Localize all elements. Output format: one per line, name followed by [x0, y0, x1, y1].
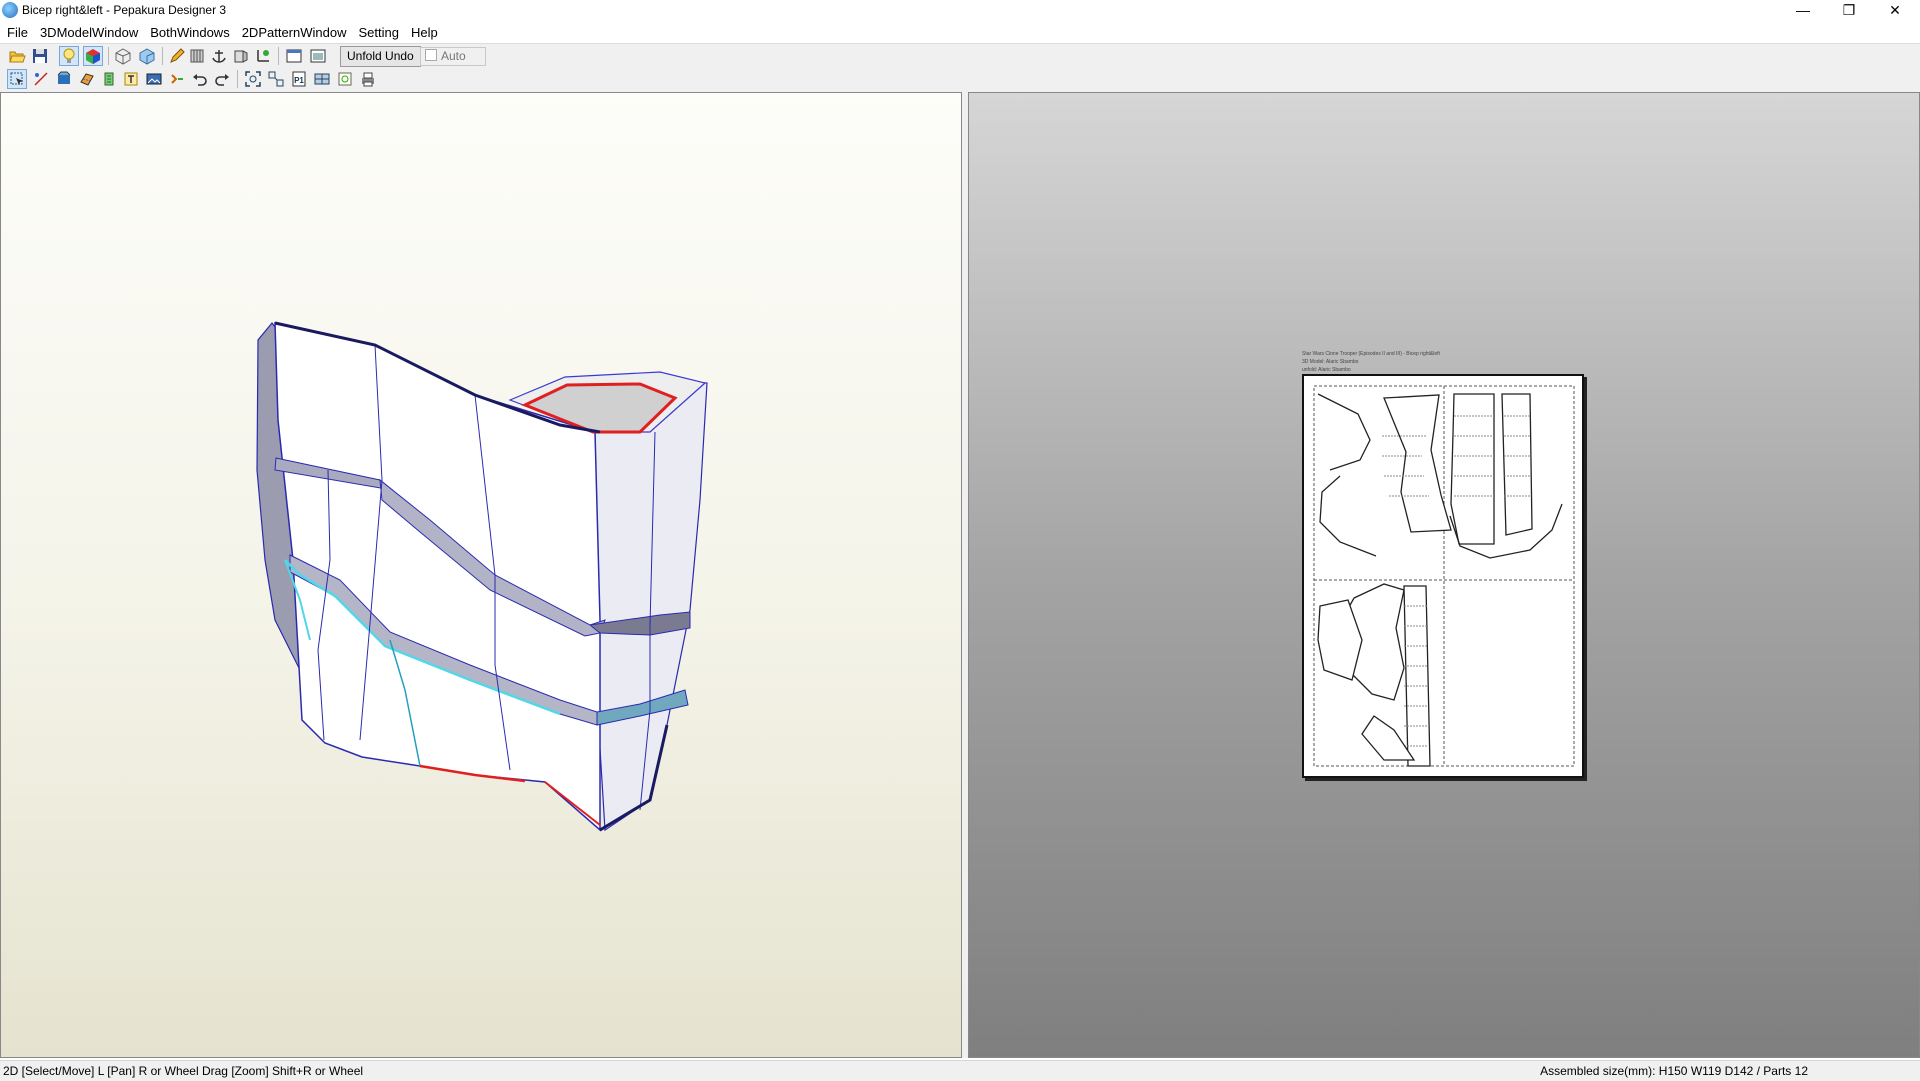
status-bar: 2D [Select/Move] L [Pan] R or Wheel Drag…: [0, 1060, 1920, 1081]
pattern-unfold-credit: unfold: Alaric Sbambo: [1302, 367, 1351, 373]
close-button[interactable]: ✕: [1872, 0, 1918, 22]
pattern-model-credit: 3D Model: Alaric Sbambo: [1302, 359, 1359, 365]
minimize-button[interactable]: —: [1780, 0, 1826, 22]
status-hint: 2D [Select/Move] L [Pan] R or Wheel Drag…: [3, 1064, 364, 1078]
bicep-3d-model[interactable]: [0, 0, 962, 1060]
maximize-button[interactable]: ❐: [1826, 0, 1872, 22]
status-assembled-size: Assembled size(mm): H150 W119 D142 / Par…: [1540, 1064, 1808, 1078]
pattern-page[interactable]: [1302, 374, 1584, 778]
pattern-title: Star Wars Clone Trooper (Episodes II and…: [1302, 351, 1440, 357]
pattern-parts[interactable]: [1304, 376, 1582, 776]
